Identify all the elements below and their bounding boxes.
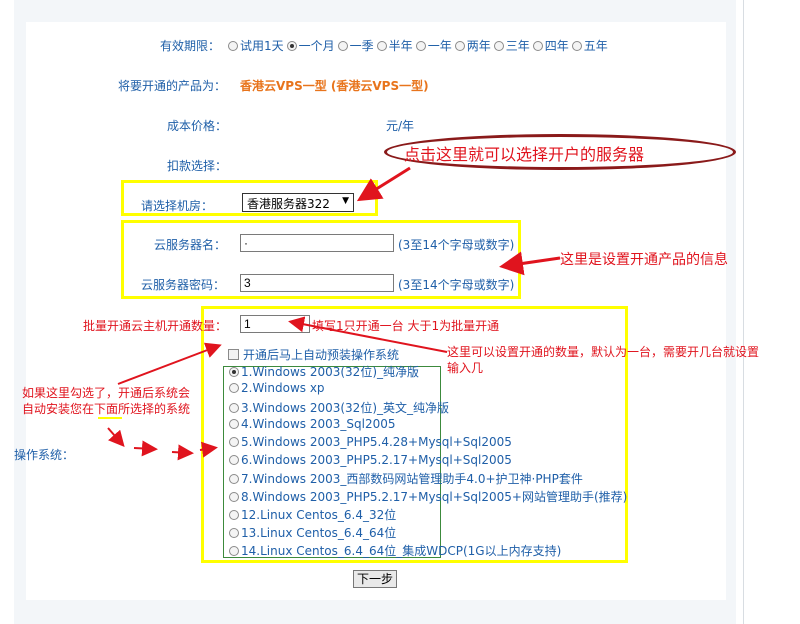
- os-radio[interactable]: [229, 546, 239, 556]
- period-radio[interactable]: [376, 41, 387, 51]
- annotation-product-info: 这里是设置开通产品的信息: [560, 252, 728, 268]
- server-name-hint: (3至14个字母或数字): [398, 238, 515, 252]
- os-option[interactable]: 2.Windows xp: [229, 381, 325, 395]
- annotation-server-select: 点击这里就可以选择开户的服务器: [404, 145, 645, 164]
- period-option[interactable]: 五年: [571, 39, 608, 53]
- period-radio[interactable]: [571, 41, 582, 51]
- period-option-label: 一个月: [298, 39, 335, 53]
- product-label: 将要开通的产品为：: [118, 79, 227, 93]
- server-password-label: 云服务器密码：: [141, 278, 226, 292]
- os-option-label: 3.Windows 2003(32位)_英文_纯净版: [241, 400, 450, 415]
- server-name-label: 云服务器名：: [154, 238, 227, 252]
- os-radio[interactable]: [229, 367, 239, 377]
- period-option-label: 试用1天: [240, 39, 284, 53]
- os-option-label: 4.Windows 2003_Sql2005: [241, 416, 396, 431]
- datacenter-select-value: 香港服务器322: [247, 197, 330, 211]
- os-option[interactable]: 7.Windows 2003_西部数码网站管理助手4.0+护卫神·PHP套件: [229, 470, 583, 487]
- os-radio[interactable]: [229, 474, 239, 485]
- period-option-label: 一年: [427, 39, 452, 53]
- period-option[interactable]: 两年: [454, 39, 491, 53]
- cost-label: 成本价格：: [167, 119, 228, 133]
- period-radio[interactable]: [286, 41, 297, 51]
- quantity-hint: 填写1只开通一台 大于1为批量开通: [312, 319, 500, 333]
- os-option-label: 13.Linux Centos_6.4_64位: [241, 526, 397, 541]
- period-radio[interactable]: [337, 41, 348, 51]
- os-radio[interactable]: [229, 436, 239, 447]
- os-radio[interactable]: [229, 454, 239, 465]
- auto-install-checkbox[interactable]: [228, 349, 239, 360]
- os-option-label: 8.Windows 2003_PHP5.2.17+Mysql+Sql2005+网…: [241, 490, 628, 505]
- period-option[interactable]: 一年: [415, 39, 452, 53]
- os-option[interactable]: 1.Windows 2003(32位)_纯净版: [229, 363, 419, 380]
- server-name-input[interactable]: [240, 234, 394, 252]
- period-radio[interactable]: [532, 41, 543, 51]
- period-option-label: 两年: [466, 39, 491, 53]
- period-option[interactable]: 一季: [337, 39, 374, 53]
- period-option-label: 五年: [583, 39, 608, 53]
- next-button[interactable]: 下一步: [353, 570, 397, 588]
- product-value: 香港云VPS一型 (香港云VPS一型): [240, 79, 429, 93]
- annotation-auto-line1: 如果这里勾选了，开通后系统会: [22, 386, 191, 400]
- quantity-label: 批量开通云主机开通数量：: [83, 319, 228, 333]
- period-options: 试用1天 一个月 一季 半年 一年 两年 三年 四年 五年: [228, 37, 611, 54]
- os-option[interactable]: 13.Linux Centos_6.4_64位: [229, 524, 396, 541]
- os-option-label: 5.Windows 2003_PHP5.4.28+Mysql+Sql2005: [241, 434, 512, 449]
- os-option-label: 12.Linux Centos_6.4_32位: [241, 508, 397, 523]
- os-radio[interactable]: [229, 402, 239, 413]
- os-option[interactable]: 8.Windows 2003_PHP5.2.17+Mysql+Sql2005+网…: [229, 488, 627, 505]
- period-option[interactable]: 半年: [376, 39, 413, 53]
- datacenter-select[interactable]: 香港服务器322 ▼: [242, 193, 354, 212]
- period-option[interactable]: 三年: [493, 39, 530, 53]
- period-label: 有效期限：: [160, 39, 221, 53]
- period-option[interactable]: 四年: [532, 39, 569, 53]
- period-radio[interactable]: [493, 41, 504, 51]
- os-option[interactable]: 12.Linux Centos_6.4_32位: [229, 506, 396, 523]
- period-option[interactable]: 试用1天: [228, 39, 284, 53]
- annotation-underline: [98, 417, 122, 419]
- os-radio[interactable]: [229, 528, 239, 539]
- os-option[interactable]: 3.Windows 2003(32位)_英文_纯净版: [229, 399, 449, 416]
- period-radio[interactable]: [228, 41, 238, 51]
- period-option[interactable]: 一个月: [286, 39, 335, 53]
- os-radio[interactable]: [229, 382, 239, 393]
- server-password-input[interactable]: [240, 274, 394, 292]
- datacenter-label: 请选择机房：: [141, 199, 214, 213]
- os-radio[interactable]: [229, 492, 239, 503]
- auto-install-label: 开通后马上自动预装操作系统: [243, 348, 400, 362]
- period-option-label: 三年: [505, 39, 530, 53]
- divider: [743, 0, 744, 624]
- os-option[interactable]: 4.Windows 2003_Sql2005: [229, 417, 395, 431]
- quantity-input[interactable]: [240, 315, 310, 333]
- os-option[interactable]: 6.Windows 2003_PHP5.2.17+Mysql+Sql2005: [229, 453, 512, 467]
- period-option-label: 四年: [544, 39, 569, 53]
- os-option[interactable]: 14.Linux Centos_6.4_64位_集成WDCP(1G以上内存支持): [229, 542, 561, 559]
- os-option-label: 7.Windows 2003_西部数码网站管理助手4.0+护卫神·PHP套件: [241, 472, 583, 487]
- os-option-label: 14.Linux Centos_6.4_64位_集成WDCP(1G以上内存支持): [241, 544, 562, 558]
- os-option-label: 6.Windows 2003_PHP5.2.17+Mysql+Sql2005: [241, 452, 512, 467]
- annotation-auto-line2: 自动安装您在下面所选择的系统: [22, 402, 191, 416]
- period-radio[interactable]: [415, 41, 426, 51]
- deduct-label: 扣款选择：: [167, 159, 228, 173]
- os-option[interactable]: 5.Windows 2003_PHP5.4.28+Mysql+Sql2005: [229, 435, 512, 449]
- chevron-down-icon: ▼: [342, 196, 349, 206]
- period-option-label: 一季: [349, 39, 374, 53]
- cost-value: 元/年: [386, 119, 415, 133]
- annotation-quantity-line1: 这里可以设置开通的数量，默认为一台，需要开几台就设置: [447, 345, 760, 359]
- annotation-quantity-line2: 输入几: [447, 361, 484, 375]
- period-radio[interactable]: [454, 41, 465, 51]
- os-radio[interactable]: [229, 510, 239, 521]
- os-label: 操作系统：: [14, 448, 75, 462]
- server-password-hint: (3至14个字母或数字): [398, 278, 515, 292]
- period-option-label: 半年: [388, 39, 413, 53]
- os-radio[interactable]: [229, 418, 239, 429]
- os-option-label: 1.Windows 2003(32位)_纯净版: [241, 365, 420, 379]
- auto-install-option[interactable]: 开通后马上自动预装操作系统: [228, 346, 399, 363]
- os-option-label: 2.Windows xp: [241, 380, 325, 395]
